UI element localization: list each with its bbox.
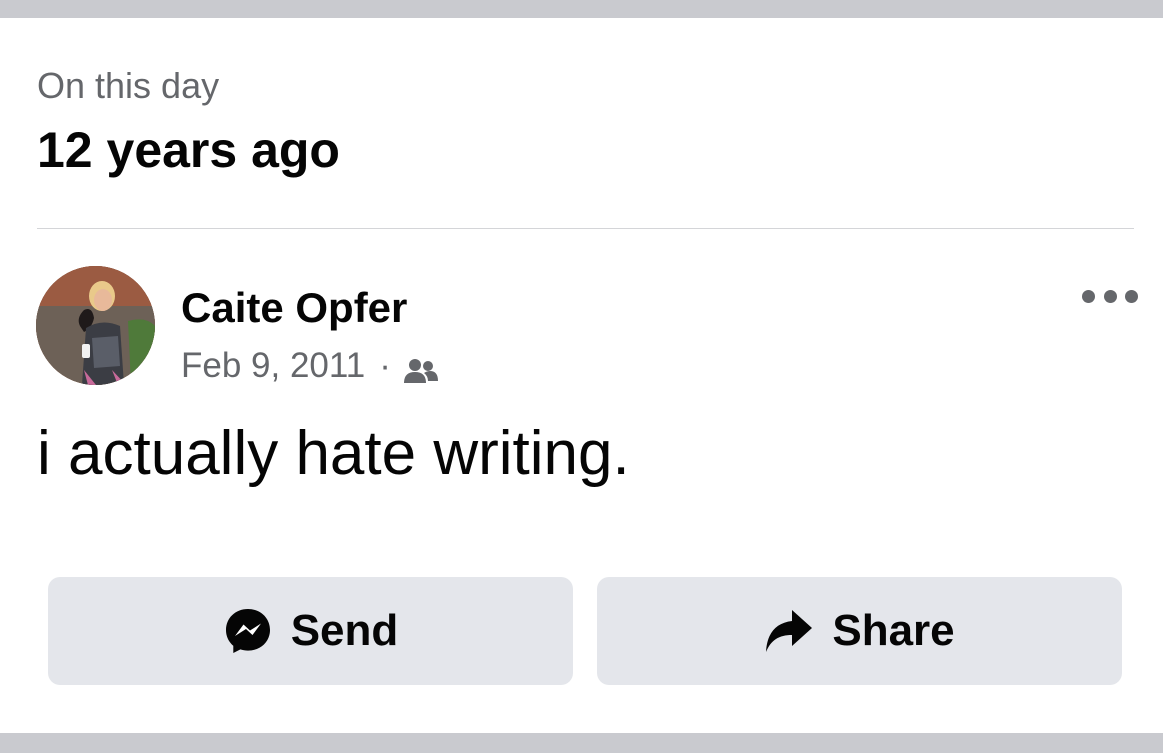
author-name[interactable]: Caite Opfer bbox=[181, 284, 407, 332]
profile-photo bbox=[36, 266, 155, 385]
top-separator-bar bbox=[0, 0, 1163, 18]
messenger-icon bbox=[223, 606, 273, 656]
more-dot-icon bbox=[1103, 289, 1117, 303]
post-meta: Feb 9, 2011 · bbox=[181, 344, 439, 388]
more-dot-icon bbox=[1125, 289, 1138, 303]
memory-label: On this day bbox=[37, 65, 220, 106]
friends-icon[interactable] bbox=[403, 353, 439, 383]
avatar[interactable] bbox=[36, 266, 155, 385]
post-text: i actually hate writing. bbox=[37, 419, 630, 488]
bottom-separator-bar bbox=[0, 733, 1163, 753]
more-options-button[interactable] bbox=[1082, 282, 1138, 310]
divider bbox=[37, 228, 1134, 229]
meta-separator: · bbox=[379, 346, 391, 385]
share-arrow-icon bbox=[764, 608, 814, 654]
share-button[interactable]: Share bbox=[597, 577, 1122, 685]
share-label: Share bbox=[832, 606, 955, 655]
send-label: Send bbox=[290, 606, 399, 655]
memory-heading: 12 years ago bbox=[37, 122, 340, 178]
post-date[interactable]: Feb 9, 2011 bbox=[181, 346, 365, 386]
send-button[interactable]: Send bbox=[48, 577, 573, 685]
more-dot-icon bbox=[1082, 289, 1095, 303]
